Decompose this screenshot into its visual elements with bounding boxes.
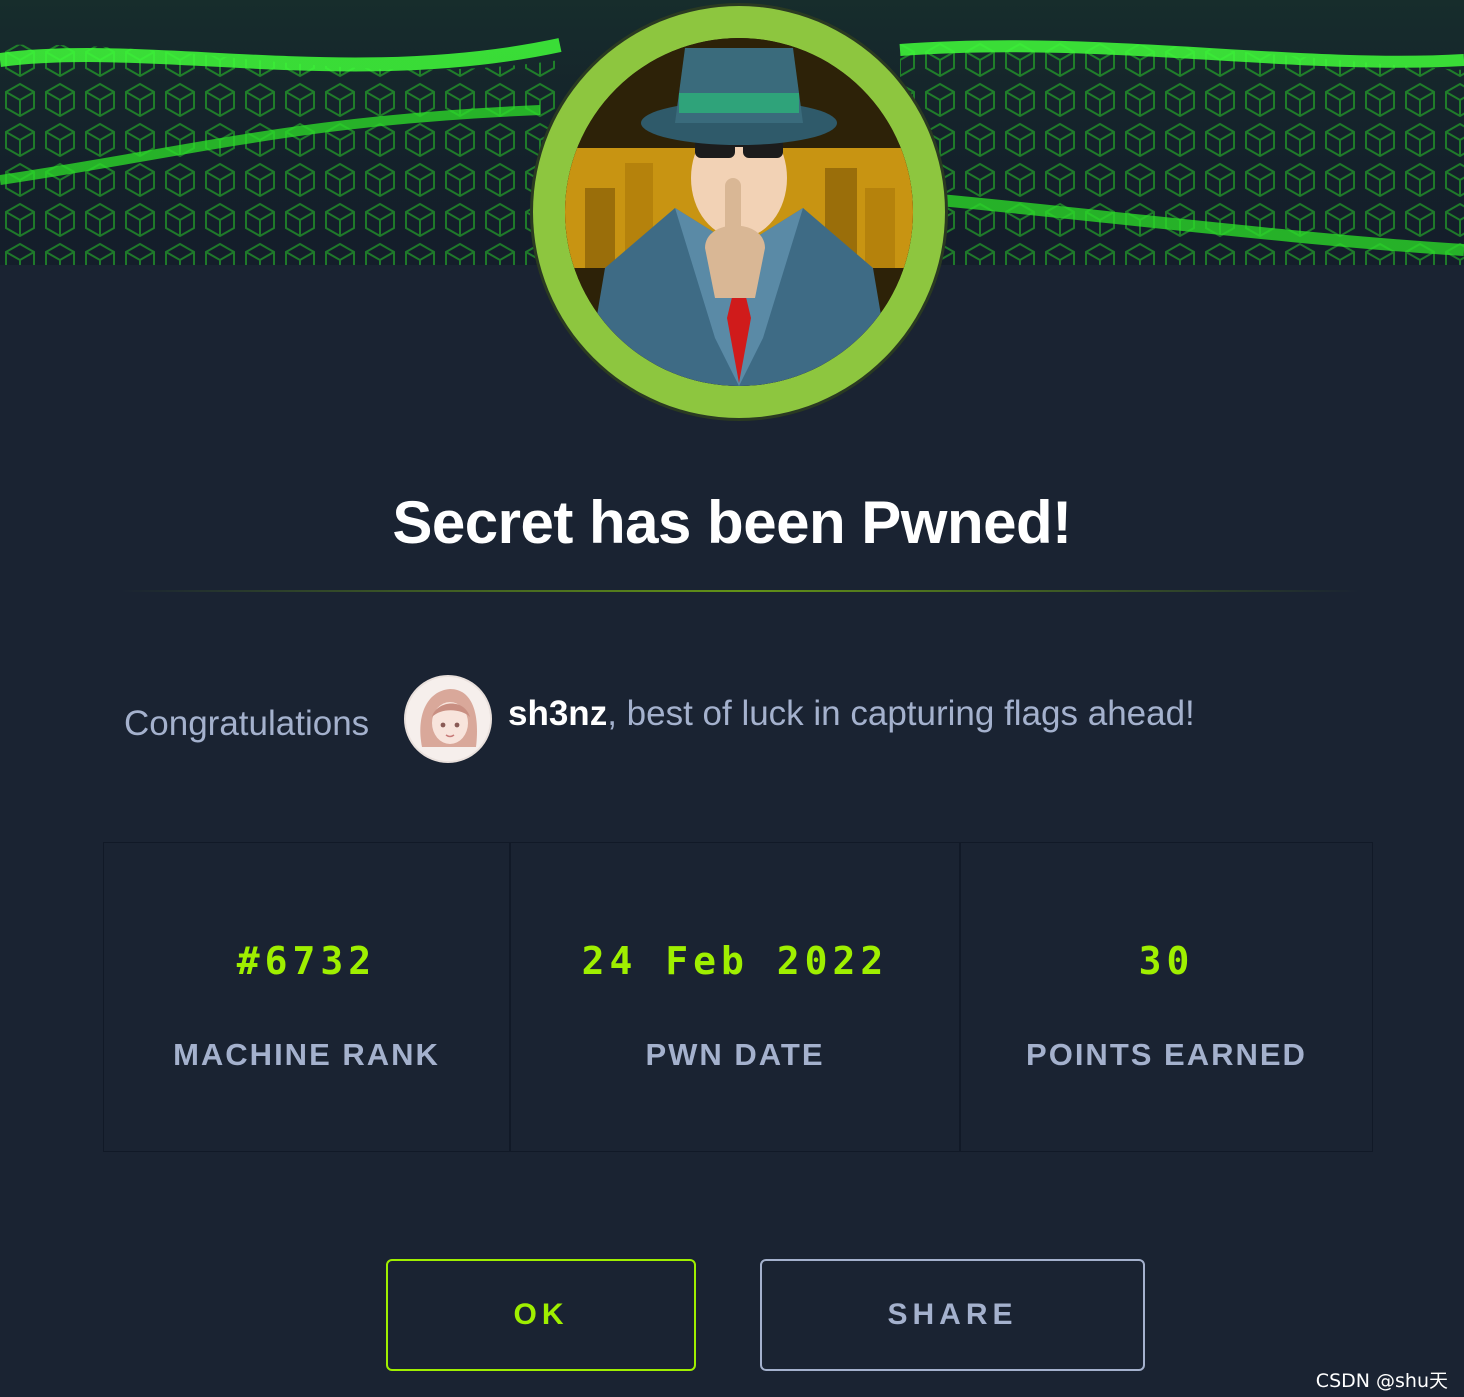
machine-rank-value: #6732 — [236, 939, 377, 983]
stat-pwn-date: 24 Feb 2022 PWN DATE — [509, 843, 959, 1151]
watermark: CSDN @shu天 — [1315, 1370, 1448, 1392]
pwned-title: Secret has been Pwned! — [392, 489, 1072, 556]
username[interactable]: sh3nz — [508, 694, 607, 733]
title-divider — [120, 590, 1360, 592]
share-button[interactable]: SHARE — [760, 1259, 1145, 1371]
congrats-label: Congratulations — [124, 704, 370, 743]
points-earned-value: 30 — [1138, 939, 1195, 983]
secret-agent-icon — [565, 38, 913, 386]
pwn-date-value: 24 Feb 2022 — [581, 939, 889, 983]
stat-machine-rank: #6732 MACHINE RANK — [104, 843, 509, 1151]
stat-points-earned: 30 POINTS EARNED — [959, 843, 1372, 1151]
congrats-message: sh3nz, best of luck in capturing flags a… — [508, 694, 1195, 734]
pwn-date-label: PWN DATE — [645, 1037, 825, 1072]
stats-table: #6732 MACHINE RANK 24 Feb 2022 PWN DATE … — [103, 842, 1373, 1152]
machine-rank-label: MACHINE RANK — [173, 1037, 440, 1072]
points-earned-label: POINTS EARNED — [1026, 1037, 1307, 1072]
ok-button[interactable]: OK — [386, 1259, 696, 1371]
message-suffix: , best of luck in capturing flags ahead! — [607, 694, 1195, 733]
machine-avatar — [533, 6, 945, 418]
user-avatar[interactable] — [404, 675, 492, 763]
anime-girl-avatar — [406, 677, 490, 761]
